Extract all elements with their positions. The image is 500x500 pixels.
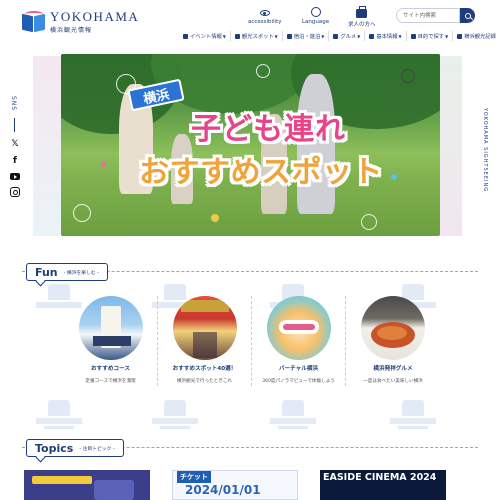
logo-title: YOKOHAMA <box>50 9 140 24</box>
calendar-icon <box>183 33 188 39</box>
spots-image <box>172 296 237 360</box>
fun-card-virtual[interactable]: バーチャル横浜 360度パノラマビューで体験しよう <box>252 296 346 386</box>
globe-icon <box>310 7 321 17</box>
gourmet-image <box>361 296 425 360</box>
fun-card-gourmet[interactable]: 横浜発祥グルメ 一度は食べたい美味しい横浜 <box>346 296 440 386</box>
language-button[interactable]: Language <box>302 7 329 25</box>
card-title: おすすめコース <box>91 366 130 372</box>
watermark-logo <box>270 400 316 436</box>
nav-label: グルメ <box>340 34 357 40</box>
hero-title: 子ども連れ <box>191 112 346 147</box>
sns-divider <box>14 118 15 132</box>
nav-label: 横浜観光記録 <box>464 34 496 40</box>
hero-next-slide[interactable] <box>440 56 462 236</box>
info-icon <box>369 33 375 39</box>
caret-down-icon: ▼ <box>445 33 449 39</box>
eye-icon <box>259 10 270 16</box>
caret-down-icon: ▼ <box>321 33 325 39</box>
sns-label: SNS <box>10 96 17 112</box>
fork-icon <box>333 33 339 39</box>
hero-subtitle: おすすめスポット <box>139 155 383 190</box>
nav-item-stay[interactable]: 宿泊・遊泊 ▼ <box>281 31 329 41</box>
logo-subtitle: 横浜観光情報 <box>50 27 93 34</box>
course-image <box>78 296 143 360</box>
fun-subtitle: - 横浜を楽しむ - <box>63 270 99 276</box>
card-subtitle: 横浜観光で行ったときこれ <box>176 379 233 384</box>
caret-down-icon: ▼ <box>398 33 402 39</box>
caret-down-icon: ▼ <box>274 33 278 39</box>
nav-item-record[interactable]: 横浜観光記録 <box>452 31 500 41</box>
caret-down-icon: ▼ <box>222 33 226 39</box>
caret-down-icon: ▼ <box>357 33 361 39</box>
card-title: バーチャル横浜 <box>278 366 319 372</box>
accessibility-button[interactable]: accessibility <box>248 7 282 25</box>
watermark-logo <box>152 400 198 436</box>
jobs-link[interactable]: 求人の方へ <box>348 6 376 28</box>
accessibility-label: accessibility <box>248 19 282 25</box>
hero-banner[interactable]: 横浜 子ども連れ おすすめスポット <box>61 54 440 236</box>
topic-banner-title: チケット <box>177 471 211 483</box>
compass-icon <box>410 33 416 39</box>
topic-banner[interactable] <box>24 470 150 500</box>
topic-banner[interactable]: チケット 2024/01/01 <box>172 470 298 500</box>
youtube-icon[interactable] <box>10 173 20 180</box>
watermark-logo <box>390 400 436 436</box>
search-button[interactable] <box>460 8 475 23</box>
facebook-icon[interactable]: f <box>10 156 20 166</box>
site-logo[interactable]: YOKOHAMA 横浜観光情報 <box>22 10 139 34</box>
camera-icon <box>234 33 240 39</box>
topic-banner-title: EASIDE CINEMA 2024 <box>323 472 437 483</box>
nav-label: 目的で探す <box>417 34 445 40</box>
fun-title: Fun <box>35 265 58 279</box>
fun-section-heading: Fun - 横浜を楽しむ - <box>26 263 108 281</box>
nav-label: 宿泊・遊泊 <box>293 34 321 40</box>
book-logo-icon <box>22 11 46 33</box>
nav-item-spots[interactable]: 観光スポット ▼ <box>229 31 282 41</box>
nav-item-gourmet[interactable]: グルメ ▼ <box>328 31 364 41</box>
search-icon <box>464 12 471 19</box>
topics-title: Topics <box>35 441 74 455</box>
nav-item-purpose[interactable]: 目的で探す ▼ <box>405 31 453 41</box>
site-header: YOKOHAMA 横浜観光情報 accessibility Language 求… <box>0 0 500 46</box>
topic-banner[interactable]: EASIDE CINEMA 2024 <box>320 470 446 500</box>
card-subtitle: 一度は食べたい美味しい横浜 <box>363 379 423 384</box>
watermark-logo <box>36 400 82 436</box>
global-nav: イベント情報 ▼ 観光スポット ▼ 宿泊・遊泊 ▼ グルメ ▼ 基本情報 ▼ 目的で探す ▼… <box>183 31 500 41</box>
card-title: おすすめスポット40選！ <box>172 366 237 372</box>
fun-card-course[interactable]: おすすめコース 定番コースで横浜を満喫 <box>64 296 158 386</box>
topic-banner-date: 2024/01/01 <box>185 483 261 497</box>
nav-label: 基本情報 <box>376 34 398 40</box>
bed-icon <box>286 33 292 39</box>
card-subtitle: 定番コースで横浜を満喫 <box>85 379 136 384</box>
virtual-image <box>266 296 331 360</box>
nav-item-events[interactable]: イベント情報 ▼ <box>183 31 230 41</box>
x-icon[interactable]: 𝕏 <box>10 139 20 149</box>
fun-card-spots[interactable]: おすすめスポット40選！ 横浜観光で行ったときこれ <box>158 296 252 386</box>
fun-card-list: おすすめコース 定番コースで横浜を満喫 おすすめスポット40選！ 横浜観光で行っ… <box>64 296 440 386</box>
hero-prev-slide[interactable] <box>33 56 61 236</box>
nav-label: 観光スポット <box>241 34 274 40</box>
search-input[interactable] <box>396 8 460 23</box>
site-search <box>396 8 476 23</box>
jobs-label: 求人の方へ <box>348 22 376 28</box>
nav-item-basic-info[interactable]: 基本情報 ▼ <box>364 31 405 41</box>
card-title: 横浜発祥グルメ <box>373 366 413 372</box>
card-subtitle: 360度パノラマビューで体験しよう <box>262 379 335 384</box>
language-label: Language <box>302 19 330 25</box>
topics-section-heading: Topics - 注目トピック - <box>26 439 124 457</box>
sightseeing-vertical-text: YOKOHAMA SIGHTSEEING <box>482 108 488 193</box>
briefcase-icon <box>356 6 368 18</box>
topics-subtitle: - 注目トピック - <box>79 446 115 452</box>
nav-label: イベント情報 <box>190 34 222 40</box>
book-icon <box>457 33 463 39</box>
instagram-icon[interactable] <box>10 187 20 197</box>
